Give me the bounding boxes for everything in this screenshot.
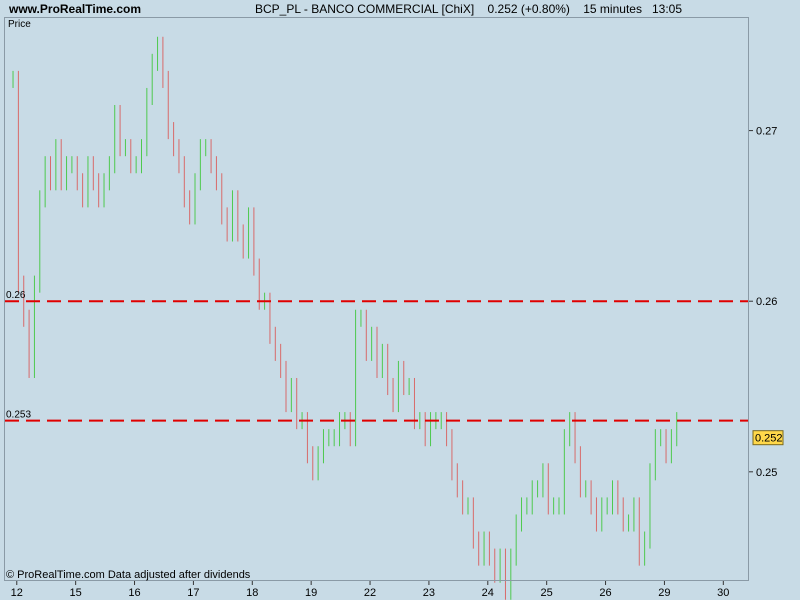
x-tick-label: 25 [541,587,553,599]
x-tick-label: 23 [423,587,435,599]
x-tick-label: 26 [599,587,611,599]
y-tick-label: 0.27 [756,126,777,138]
last-price-label: 0.252 [755,433,783,445]
x-tick-label: 30 [717,587,729,599]
x-tick-label: 17 [187,587,199,599]
x-axis: 12 15 16 17 18 19 22 23 24 25 26 29 30 [11,581,729,599]
x-tick-label: 19 [305,587,317,599]
x-tick-label: 24 [482,587,494,599]
x-tick-label: 29 [658,587,670,599]
level-label: 0.253 [6,410,31,421]
y-tick-label: 0.26 [756,296,777,308]
x-tick-label: 18 [246,587,258,599]
y-tick-label: 0.25 [756,467,777,479]
x-tick-label: 12 [11,587,23,599]
panel-label: Price [8,19,31,30]
price-bars [12,36,678,600]
price-chart[interactable]: 0.26 0.253 0.25 0.26 0.27 0.252 12 15 16 17 18 19… [0,0,800,600]
level-label: 0.26 [6,290,26,301]
x-tick-label: 15 [70,587,82,599]
x-tick-label: 16 [128,587,140,599]
x-tick-label: 22 [364,587,376,599]
footer-note: © ProRealTime.com Data adjusted after di… [6,569,251,581]
y-axis: 0.25 0.26 0.27 0.252 [749,126,784,479]
